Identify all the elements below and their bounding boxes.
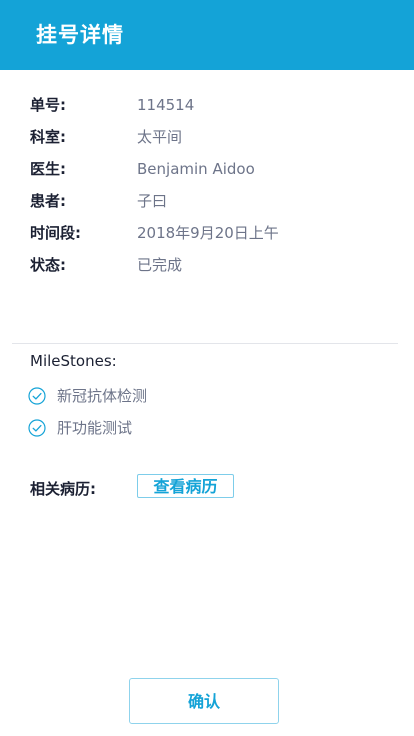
department-label: 科室: [30,128,66,146]
detail-row-patient: 患者: 子曰 [30,190,390,212]
milestone-item: 新冠抗体检测 [28,385,328,407]
time-slot-value: 2018年9月20日上午 [137,224,279,242]
detail-row-department: 科室: 太平间 [30,126,390,148]
department-value: 太平间 [137,128,183,146]
detail-row-number: 单号: 114514 [30,94,390,116]
related-records-label: 相关病历: [30,480,96,498]
number-label: 单号: [30,96,66,114]
doctor-label: 医生: [30,160,66,178]
number-value: 114514 [137,96,195,114]
check-circle-icon [28,419,46,437]
time-slot-label: 时间段: [30,224,81,242]
patient-value: 子曰 [137,192,168,210]
milestone-label: 新冠抗体检测 [57,387,148,405]
detail-row-time-slot: 时间段: 2018年9月20日上午 [30,222,390,244]
page-title: 挂号详情 [36,23,124,47]
check-circle-icon [28,387,46,405]
detail-row-status: 状态: 已完成 [30,254,390,276]
section-divider [12,343,398,344]
doctor-value: Benjamin Aidoo [137,160,255,178]
milestone-item: 肝功能测试 [28,417,328,439]
registration-detail-page: 挂号详情 单号: 114514 科室: 太平间 医生: Benjamin Aid… [0,0,414,736]
detail-row-doctor: 医生: Benjamin Aidoo [30,158,390,180]
status-label: 状态: [30,256,66,274]
milestones-title: MileStones: [30,352,117,370]
status-value: 已完成 [137,256,183,274]
confirm-button[interactable]: 确认 [129,678,279,724]
milestone-label: 肝功能测试 [57,419,133,437]
header-bar: 挂号详情 [0,0,414,70]
patient-label: 患者: [30,192,66,210]
view-records-button[interactable]: 查看病历 [137,474,234,498]
